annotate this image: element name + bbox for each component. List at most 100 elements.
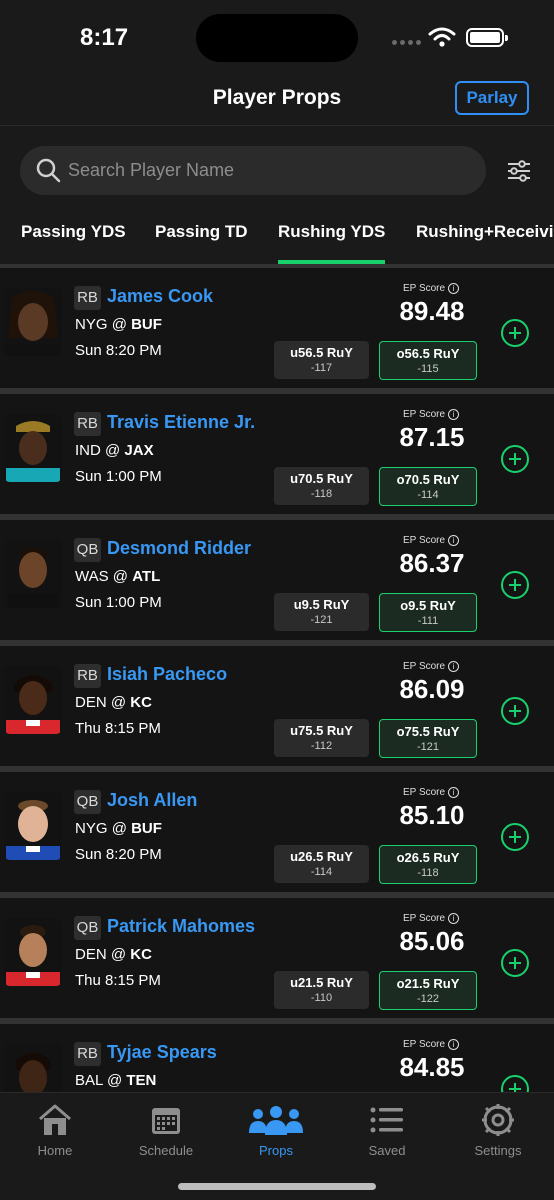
player-name-link[interactable]: Patrick Mahomes [107,916,255,937]
player-avatar [4,288,62,356]
over-bet-button[interactable]: o26.5 RuY -118 [379,845,477,884]
under-bet-button[interactable]: u56.5 RuY -117 [274,341,369,379]
search-box[interactable] [20,146,486,195]
player-props-list: RB James Cook NYG @ BUF Sun 8:20 PM EP S… [0,264,554,1092]
tab-passing-yds[interactable]: Passing YDS [21,222,126,264]
info-icon[interactable]: i [448,787,460,798]
game-time: Thu 8:15 PM [75,720,161,737]
nav-saved[interactable]: Saved [342,1101,432,1158]
battery-icon [466,28,508,47]
ep-score-value: 89.48 [399,296,465,326]
home-icon [39,1104,71,1135]
player-card[interactable]: QB Patrick Mahomes DEN @ KC Thu 8:15 PM … [0,898,554,1018]
player-avatar [4,1044,62,1092]
over-bet-button[interactable]: o56.5 RuY -115 [379,341,477,380]
player-name-link[interactable]: Josh Allen [107,790,197,811]
player-avatar [4,792,62,860]
nav-schedule-label: Schedule [138,1143,194,1158]
under-bet-button[interactable]: u21.5 RuY -110 [274,971,369,1009]
matchup: WAS @ ATL [75,568,161,585]
matchup: DEN @ KC [75,946,152,963]
player-avatar [4,918,62,986]
under-bet-button[interactable]: u75.5 RuY -112 [274,719,369,757]
player-avatar [4,666,62,734]
page-header: Player Props Parlay [0,70,554,126]
under-bet-button[interactable]: u9.5 RuY -121 [274,593,369,631]
player-avatar [4,540,62,608]
position-badge: QB [74,916,101,940]
player-name-link[interactable]: James Cook [107,286,213,307]
info-icon[interactable]: i [448,1039,460,1050]
over-bet-button[interactable]: o75.5 RuY -121 [379,719,477,758]
over-bet-button[interactable]: o70.5 RuY -114 [379,467,477,506]
position-badge: QB [74,790,101,814]
game-time: Sun 8:20 PM [75,846,162,863]
gear-icon [482,1104,514,1136]
add-to-parlay-icon[interactable] [501,571,529,599]
info-icon[interactable]: i [448,283,460,294]
player-name-link[interactable]: Desmond Ridder [107,538,251,559]
ep-score-label: EP Score i [403,535,460,546]
dynamic-island [196,14,358,62]
nav-home-label: Home [37,1143,73,1158]
add-to-parlay-icon[interactable] [501,949,529,977]
ep-score-value: 87.15 [399,422,465,452]
player-name-link[interactable]: Travis Etienne Jr. [107,412,255,433]
info-icon[interactable]: i [448,661,460,672]
search-input[interactable] [68,146,468,195]
ep-score-label: EP Score i [403,913,460,924]
category-tabs: Passing YDS Passing TD Rushing YDS Rushi… [0,216,554,264]
ep-score-label: EP Score i [403,787,460,798]
tab-rushing-yds[interactable]: Rushing YDS [278,222,386,264]
add-to-parlay-icon[interactable] [501,697,529,725]
home-indicator[interactable] [178,1183,376,1190]
nav-props[interactable]: Props [231,1101,321,1158]
matchup: BAL @ TEN [75,1072,157,1089]
nav-home[interactable]: Home [10,1101,100,1158]
list-icon [370,1107,403,1133]
player-card[interactable]: RB Tyjae Spears BAL @ TEN EP Score i 84.8… [0,1024,554,1092]
ep-score-label: EP Score i [403,409,460,420]
game-time: Sun 1:00 PM [75,468,162,485]
filter-settings-icon[interactable] [506,158,532,184]
status-bar: 8:17 [0,0,554,70]
nav-settings[interactable]: Settings [453,1101,543,1158]
player-card[interactable]: RB Travis Etienne Jr. IND @ JAX Sun 1:00… [0,394,554,514]
game-time: Sun 8:20 PM [75,342,162,359]
player-avatar [4,414,62,482]
over-bet-button[interactable]: o9.5 RuY -111 [379,593,477,632]
ep-score-label: EP Score i [403,661,460,672]
info-icon[interactable]: i [448,535,460,546]
add-to-parlay-icon[interactable] [501,1075,529,1092]
player-card[interactable]: QB Josh Allen NYG @ BUF Sun 8:20 PM EP S… [0,772,554,892]
player-card[interactable]: RB James Cook NYG @ BUF Sun 8:20 PM EP S… [0,268,554,388]
add-to-parlay-icon[interactable] [501,319,529,347]
tab-passing-td[interactable]: Passing TD [155,222,248,264]
parlay-button[interactable]: Parlay [455,81,529,115]
add-to-parlay-icon[interactable] [501,823,529,851]
nav-schedule[interactable]: Schedule [121,1101,211,1158]
under-bet-button[interactable]: u26.5 RuY -114 [274,845,369,883]
position-badge: QB [74,538,101,562]
ep-score-label: EP Score i [403,283,460,294]
matchup: DEN @ KC [75,694,152,711]
info-icon[interactable]: i [448,409,460,420]
under-bet-button[interactable]: u70.5 RuY -118 [274,467,369,505]
game-time: Sun 1:00 PM [75,594,162,611]
add-to-parlay-icon[interactable] [501,445,529,473]
tab-rushing-receiving[interactable]: Rushing+Receivin [416,222,554,264]
player-card[interactable]: RB Isiah Pacheco DEN @ KC Thu 8:15 PM EP… [0,646,554,766]
nav-saved-label: Saved [368,1143,406,1158]
status-time: 8:17 [80,24,129,51]
player-name-link[interactable]: Isiah Pacheco [107,664,227,685]
ep-score-value: 84.85 [399,1052,465,1082]
ep-score-value: 86.37 [399,548,465,578]
player-name-link[interactable]: Tyjae Spears [107,1042,217,1063]
search-icon [36,158,61,183]
ep-score-value: 86.09 [399,674,465,704]
info-icon[interactable]: i [448,913,460,924]
game-time: Thu 8:15 PM [75,972,161,989]
over-bet-button[interactable]: o21.5 RuY -122 [379,971,477,1010]
player-card[interactable]: QB Desmond Ridder WAS @ ATL Sun 1:00 PM … [0,520,554,640]
matchup: NYG @ BUF [75,316,162,333]
